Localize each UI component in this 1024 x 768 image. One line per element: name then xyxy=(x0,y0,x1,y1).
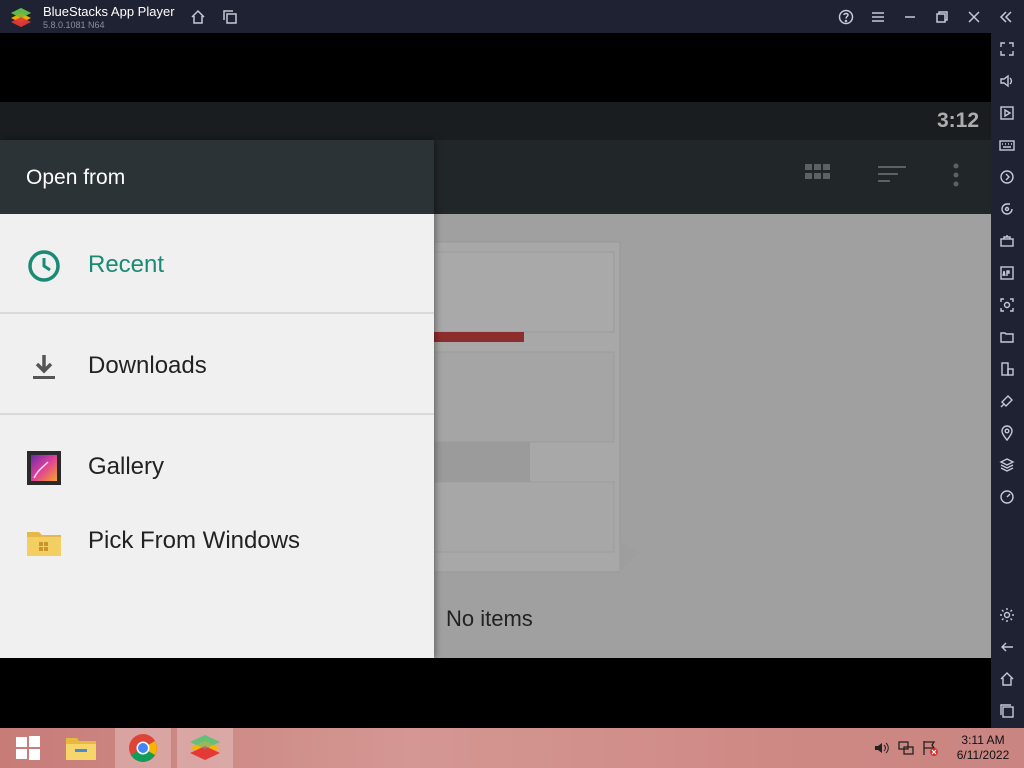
window-title: BlueStacks App Player xyxy=(43,4,175,19)
notification-flag-icon[interactable] xyxy=(921,739,939,757)
fullscreen-icon[interactable] xyxy=(997,39,1017,59)
taskbar-clock[interactable]: 3:11 AM 6/11/2022 xyxy=(948,733,1018,763)
drawer-divider xyxy=(0,413,434,415)
drawer-item-label: Gallery xyxy=(88,453,165,480)
location-icon[interactable] xyxy=(997,423,1017,443)
multi-window-icon[interactable] xyxy=(997,359,1017,379)
windows-folder-icon xyxy=(27,532,61,556)
file-explorer-button[interactable] xyxy=(53,728,109,768)
gamepad-icon[interactable] xyxy=(997,231,1017,251)
clock-icon xyxy=(28,250,60,282)
screen-record-icon[interactable] xyxy=(997,103,1017,123)
eco-mode-icon[interactable] xyxy=(997,391,1017,411)
windows-logo-icon xyxy=(16,736,40,760)
menu-icon[interactable] xyxy=(867,6,889,28)
drawer-item-label: Recent xyxy=(88,251,165,278)
close-icon[interactable] xyxy=(963,6,985,28)
macro-icon[interactable] xyxy=(997,167,1017,187)
drawer-title: Open from xyxy=(26,166,126,189)
file-explorer-icon xyxy=(66,738,96,760)
bluestacks-logo-icon xyxy=(11,8,31,27)
drawer-item-downloads[interactable]: Downloads xyxy=(0,336,434,396)
settings-icon[interactable] xyxy=(997,605,1017,625)
collapse-sidebar-icon[interactable] xyxy=(995,6,1017,28)
volume-icon[interactable] xyxy=(997,71,1017,91)
open-from-drawer: Open from Recent Downloads Gallery Pick … xyxy=(0,140,434,658)
home-icon[interactable] xyxy=(187,6,209,28)
help-icon[interactable] xyxy=(835,6,857,28)
start-button[interactable] xyxy=(0,728,56,768)
empty-state-text: No items xyxy=(446,606,533,631)
multi-instance-icon[interactable] xyxy=(219,6,241,28)
gallery-icon xyxy=(27,451,61,485)
drawer-item-pick-from-windows[interactable]: Pick From Windows xyxy=(0,511,434,571)
chrome-icon xyxy=(129,734,157,762)
chrome-button[interactable] xyxy=(115,728,171,768)
folder-icon[interactable] xyxy=(997,327,1017,347)
drawer-item-label: Pick From Windows xyxy=(88,527,301,554)
minimize-icon[interactable] xyxy=(899,6,921,28)
emulator-screen: 3:12 No items Open from Recent Downloads… xyxy=(0,33,991,728)
right-sidebar xyxy=(991,33,1024,728)
network-icon[interactable] xyxy=(897,739,915,757)
recent-apps-icon[interactable] xyxy=(997,701,1017,721)
apk-install-icon[interactable] xyxy=(997,263,1017,283)
speaker-icon[interactable] xyxy=(873,739,891,757)
download-icon xyxy=(33,355,55,379)
performance-icon[interactable] xyxy=(997,487,1017,507)
drawer-divider xyxy=(0,312,434,314)
drawer-item-recent[interactable]: Recent xyxy=(0,235,434,295)
keyboard-icon[interactable] xyxy=(997,135,1017,155)
android-home-icon[interactable] xyxy=(997,669,1017,689)
taskbar-time: 3:11 AM xyxy=(961,733,1005,747)
window-version: 5.8.0.1081 N64 xyxy=(43,20,105,30)
bluestacks-taskbar-button[interactable] xyxy=(177,728,233,768)
title-bar: BlueStacks App Player 5.8.0.1081 N64 xyxy=(0,0,1024,33)
windows-taskbar: 3:11 AM 6/11/2022 xyxy=(0,728,1024,768)
drawer-header: Open from xyxy=(0,140,434,214)
restore-icon[interactable] xyxy=(931,6,953,28)
screenshot-icon[interactable] xyxy=(997,295,1017,315)
layers-icon[interactable] xyxy=(997,455,1017,475)
back-icon[interactable] xyxy=(997,637,1017,657)
drawer-item-label: Downloads xyxy=(88,352,207,379)
android-display: 3:12 No items Open from Recent Downloads… xyxy=(0,102,991,658)
rotate-icon[interactable] xyxy=(997,199,1017,219)
taskbar-date: 6/11/2022 xyxy=(956,748,1010,762)
drawer-item-gallery[interactable]: Gallery xyxy=(0,437,434,497)
bluestacks-icon xyxy=(190,735,220,760)
